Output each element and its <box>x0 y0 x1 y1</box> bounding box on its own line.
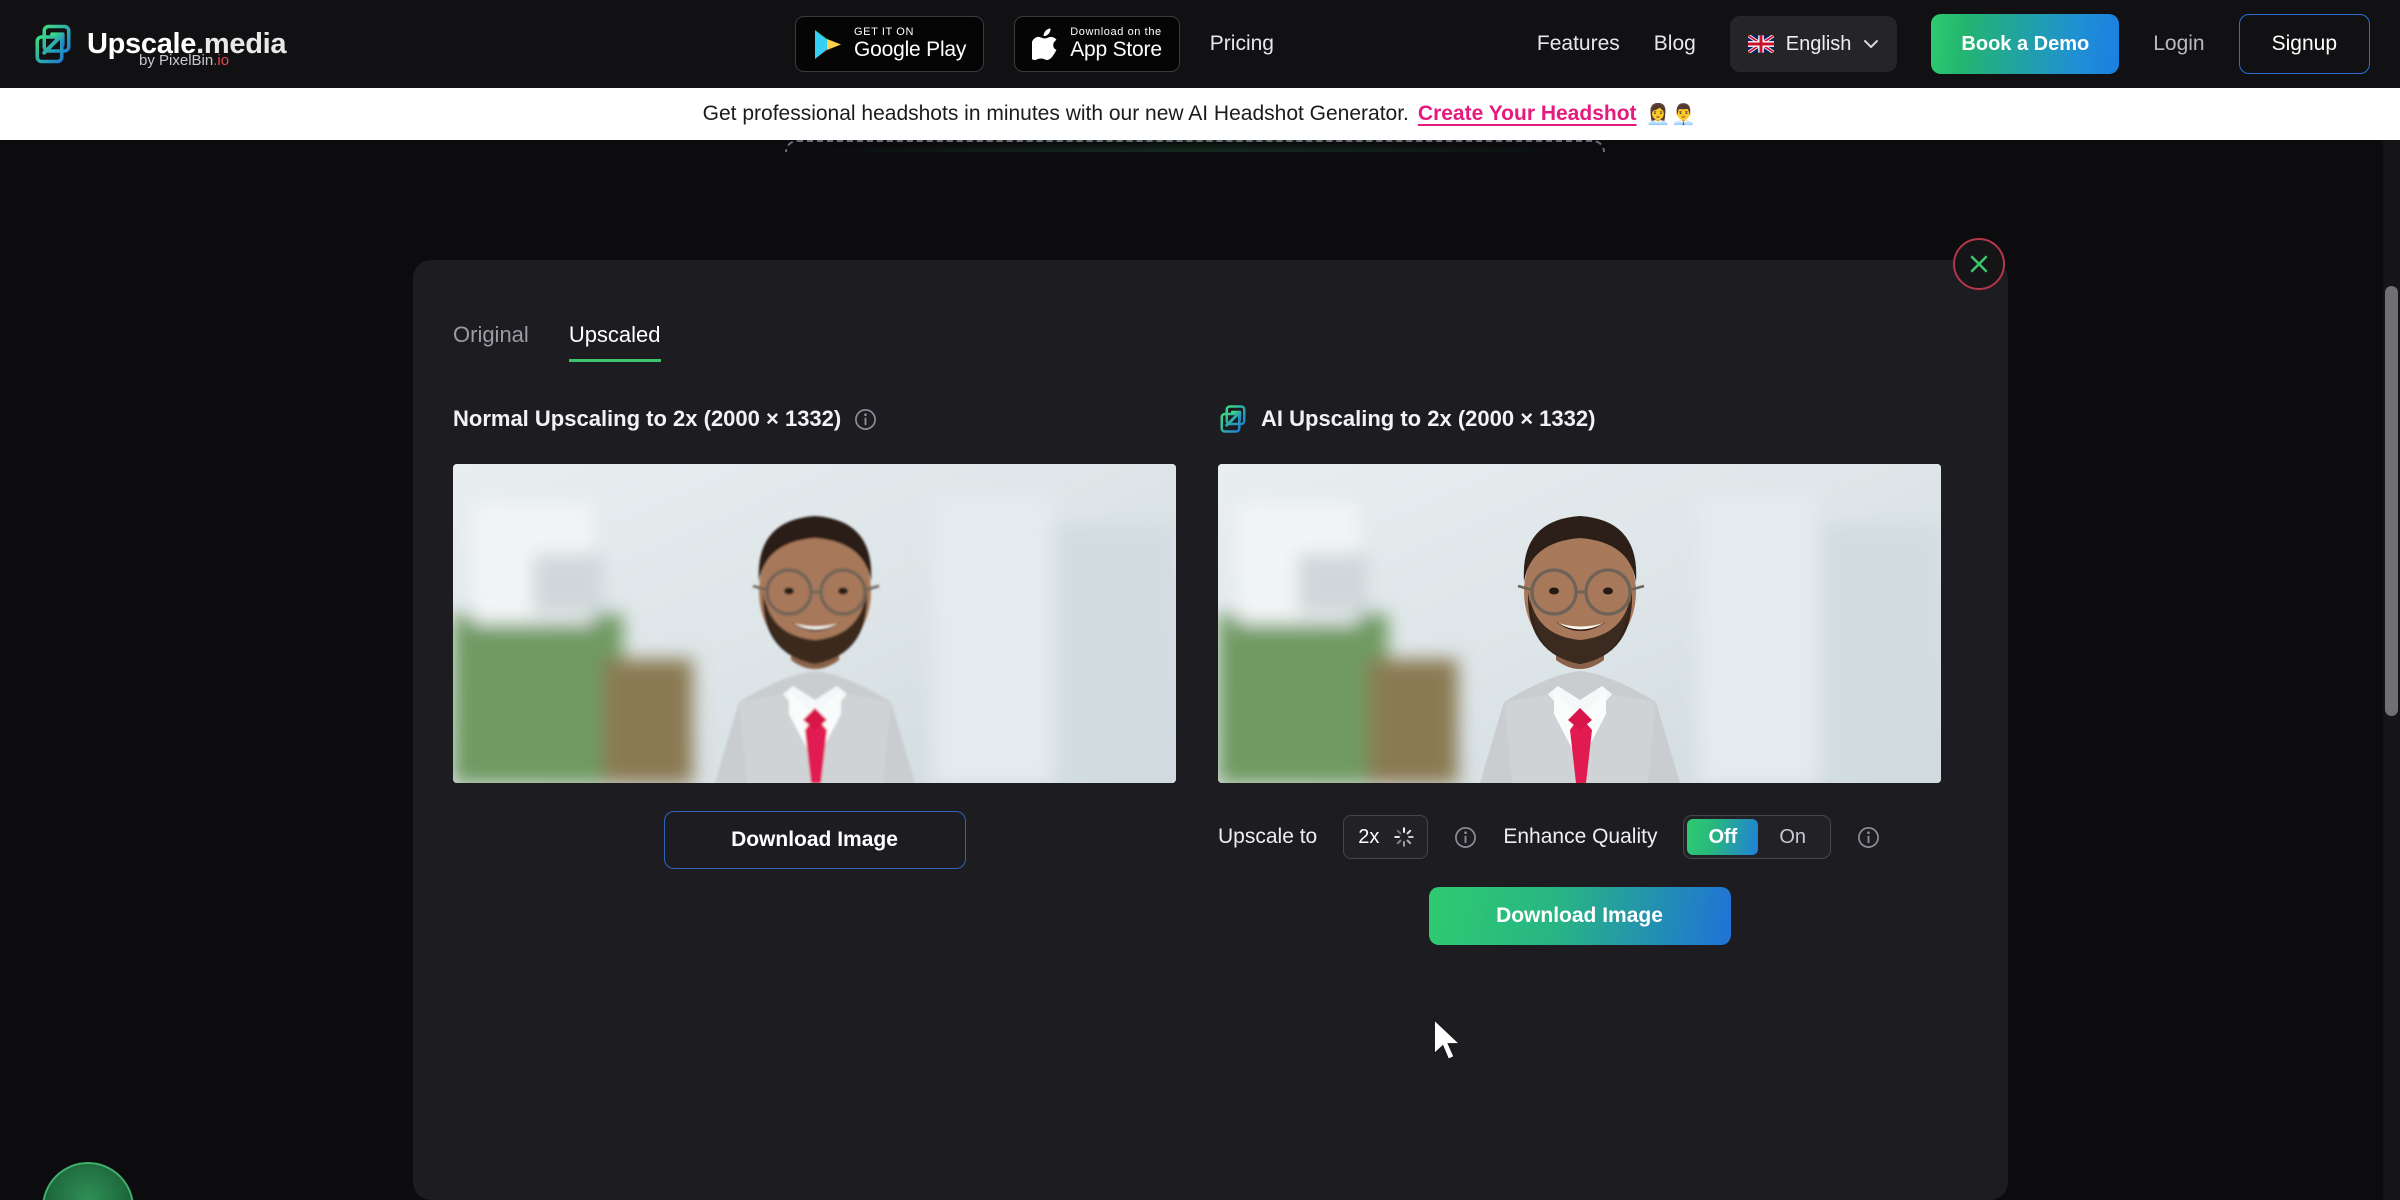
upscale-factor-value: 2x <box>1358 825 1380 848</box>
google-play-badge[interactable]: GET IT ON Google Play <box>795 16 985 72</box>
nav-link-features[interactable]: Features <box>1537 32 1620 56</box>
enhance-info-icon[interactable] <box>1857 826 1880 849</box>
ai-controls-row: Upscale to 2x Enhance Quality Off On <box>1218 815 1941 859</box>
login-button[interactable]: Login <box>2153 32 2204 56</box>
panel-ai-title: AI Upscaling to 2x (2000 × 1332) <box>1261 406 1596 431</box>
panel-normal-header: Normal Upscaling to 2x (2000 × 1332) <box>453 398 1176 440</box>
header-nav-center: GET IT ON Google Play Download on the Ap… <box>795 0 1274 88</box>
normal-upscaled-image <box>453 464 1176 783</box>
nav-link-blog[interactable]: Blog <box>1654 32 1696 56</box>
close-x-icon <box>1970 255 1988 273</box>
chevron-down-icon <box>1864 40 1879 48</box>
google-play-icon <box>815 29 841 59</box>
upload-dropzone-edge[interactable] <box>785 140 1605 152</box>
tab-upscaled[interactable]: Upscaled <box>568 322 661 362</box>
enhance-quality-off-option[interactable]: Off <box>1687 819 1759 855</box>
app-store-big-label: App Store <box>1070 37 1162 61</box>
site-header: Upscale.media by PixelBin.io GET IT ON G… <box>0 0 2400 88</box>
language-label: English <box>1785 32 1852 55</box>
create-headshot-link[interactable]: Create Your Headshot <box>1418 102 1637 126</box>
enhance-quality-label: Enhance Quality <box>1503 825 1658 848</box>
signup-button[interactable]: Signup <box>2238 14 2370 74</box>
upscale-arrow-logo-icon <box>1220 405 1246 433</box>
normal-download-row: Download Image <box>453 811 1176 869</box>
upscale-result-modal: Original Upscaled Normal Upscaling to 2x… <box>413 260 2008 1200</box>
comparison-panels: Normal Upscaling to 2x (2000 × 1332) Dow… <box>453 398 1973 945</box>
brand-subtitle: by PixelBin.io <box>139 52 229 69</box>
page-scrollbar-thumb[interactable] <box>2385 286 2398 716</box>
info-circle-icon[interactable] <box>854 408 877 431</box>
page-scrollbar-track[interactable] <box>2383 140 2400 1200</box>
panel-normal-upscaling: Normal Upscaling to 2x (2000 × 1332) Dow… <box>453 398 1176 945</box>
promo-text: Get professional headshots in minutes wi… <box>702 102 1409 125</box>
uk-flag-icon <box>1747 35 1774 53</box>
upscale-to-label: Upscale to <box>1218 825 1318 848</box>
ai-download-row: Download Image <box>1218 887 1941 945</box>
upscale-info-icon[interactable] <box>1454 826 1477 849</box>
tab-original[interactable]: Original <box>453 322 529 362</box>
language-selector[interactable]: English <box>1729 16 1898 72</box>
headshot-people-emoji: 👩‍💼👨‍💼 <box>1645 103 1698 126</box>
result-tabs: Original Upscaled <box>453 322 661 362</box>
promo-banner: Get professional headshots in minutes wi… <box>0 88 2400 140</box>
close-modal-button[interactable] <box>1953 238 2005 290</box>
header-right-group: Features Blog English Book a Demo Login … <box>1537 0 2370 88</box>
brand-subtitle-tld: .io <box>213 52 230 69</box>
nav-link-pricing[interactable]: Pricing <box>1210 32 1274 56</box>
loading-spinner-icon <box>1394 827 1415 847</box>
brand-subtitle-prefix: by PixelBin <box>139 52 214 69</box>
google-play-big-label: Google Play <box>854 37 967 61</box>
panel-ai-header: AI Upscaling to 2x (2000 × 1332) <box>1218 398 1941 440</box>
portrait-photo-ai <box>1218 464 1941 783</box>
enhance-quality-toggle[interactable]: Off On <box>1683 815 1832 859</box>
book-demo-button[interactable]: Book a Demo <box>1931 14 2120 74</box>
app-store-badge[interactable]: Download on the App Store <box>1014 16 1180 72</box>
download-image-button-normal[interactable]: Download Image <box>663 811 966 869</box>
download-image-button-ai[interactable]: Download Image <box>1428 887 1731 945</box>
panel-normal-title: Normal Upscaling to 2x (2000 × 1332) <box>453 406 842 431</box>
panel-ai-upscaling: AI Upscaling to 2x (2000 × 1332) Upscale… <box>1218 398 1941 945</box>
ai-upscaled-image <box>1218 464 1941 783</box>
upscale-arrow-logo-icon <box>35 24 71 64</box>
enhance-quality-on-option[interactable]: On <box>1758 819 1827 855</box>
upscale-factor-select[interactable]: 2x <box>1343 815 1429 859</box>
apple-icon <box>1032 28 1058 60</box>
portrait-photo-normal <box>453 464 1176 783</box>
